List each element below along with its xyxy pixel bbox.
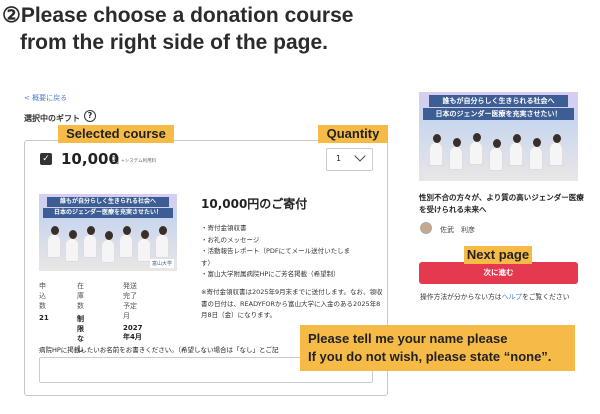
stat-label: 申込数 <box>39 282 46 310</box>
question-circle-icon[interactable]: ? <box>84 110 96 122</box>
course-detail-title: 10,000円のご寄付 <box>201 197 308 211</box>
benefit-item: ・寄付金領収書 <box>201 224 247 232</box>
thumb-banner-2: 日本のジェンダー医療を充実させたい！ <box>43 208 173 218</box>
quantity-value: 1 <box>336 154 342 163</box>
photo-person <box>489 139 503 171</box>
photo-person <box>65 230 79 262</box>
instruction-heading: ②Please choose a donation course from th… <box>0 2 600 56</box>
university-tag: 富山大学 <box>149 259 174 268</box>
photo-banner-1: 誰もが自分らしく生きられる社会へ <box>429 95 568 107</box>
photo-person <box>549 134 563 166</box>
project-photo: 誰もが自分らしく生きられる社会へ 日本のジェンダー医療を充実させたい！ <box>419 92 578 181</box>
stat-label: 在庫数 <box>77 282 84 310</box>
photo-person <box>47 226 61 258</box>
system-fee-note: +システム利用料 <box>121 159 157 164</box>
photo-person <box>119 226 133 258</box>
callout-name-instruction: Please tell me your name please If you d… <box>300 325 575 371</box>
photo-person <box>101 231 115 263</box>
photo-person <box>449 138 463 170</box>
help-suffix: をご覧ください <box>521 293 570 301</box>
photo-person <box>83 226 97 258</box>
callout-name-line-1: Please tell me your name please <box>308 331 508 346</box>
heading-line-2: from the right side of the page. <box>20 31 329 54</box>
photo-person <box>155 226 169 258</box>
author-name: 佐武 利彦 <box>440 226 475 234</box>
stat-value: 2027年4月 <box>123 324 143 341</box>
benefit-item: ・お礼のメッセージ <box>201 235 260 244</box>
benefit-item: ・富山大学附属病院HPにご芳名掲載（希望制） <box>201 270 340 278</box>
chevron-down-icon <box>354 150 366 162</box>
photo-person <box>137 230 151 262</box>
photo-person <box>429 134 443 166</box>
stat-label: 発送完了予定月 <box>123 282 137 320</box>
stat-value: 21 <box>39 314 49 322</box>
benefit-item: ・活動報告レポート（PDFにてメール送付いたしま <box>201 247 351 255</box>
avatar <box>420 222 432 234</box>
name-field-label: 病院HPに掲載したいお名前をお書きください。（希望しない場合は「なし」とご記 <box>39 346 279 354</box>
stat-applications: 申込数 21 <box>39 281 49 322</box>
receipt-note: ※寄付金領収書は2025年9月末までに送付します。なお、領収書の日付は、READ… <box>201 288 383 319</box>
back-to-overview-link[interactable]: < 概要に戻る <box>24 93 67 103</box>
course-amount-unit: 円 <box>111 156 119 165</box>
selected-gift-label: 選択中のギフト <box>24 114 80 123</box>
callout-next-page: Next page <box>464 246 532 264</box>
callout-name-line-2: If you do not wish, please state “none”. <box>308 349 552 364</box>
help-link[interactable]: ヘルプ <box>502 293 522 301</box>
help-text: 操作方法が分からない方はヘルプをご覧ください <box>420 291 570 301</box>
photo-person <box>469 133 483 165</box>
stat-delivery-month: 発送完了予定月 2027年4月 <box>123 281 142 342</box>
help-prefix: 操作方法が分からない方は <box>420 293 502 301</box>
photo-banner-2: 日本のジェンダー医療を充実させたい！ <box>423 108 574 120</box>
thumb-banner-1: 誰もが自分らしく生きられる社会へ <box>47 197 169 207</box>
project-title[interactable]: 性別不合の方々が、より質の高いジェンダー医療を受けられる未来へ <box>419 192 584 216</box>
next-button[interactable]: 次に進む <box>419 262 578 284</box>
callout-selected-course: Selected course <box>58 125 174 143</box>
course-benefits-list: ・寄付金領収書 ・お礼のメッセージ ・活動報告レポート（PDFにてメール送付いた… <box>201 223 385 281</box>
callout-quantity: Quantity <box>318 125 388 143</box>
photo-person <box>529 138 543 170</box>
photo-person <box>509 134 523 166</box>
quantity-select[interactable]: 1 <box>326 148 373 171</box>
benefit-item: す） <box>201 258 214 267</box>
course-thumbnail: 誰もが自分らしく生きられる社会へ 日本のジェンダー医療を充実させたい！ 富山大学 <box>39 194 177 271</box>
heading-line-1: ②Please choose a donation course <box>2 4 354 27</box>
checkbox-checked-icon[interactable]: ✓ <box>40 153 52 165</box>
